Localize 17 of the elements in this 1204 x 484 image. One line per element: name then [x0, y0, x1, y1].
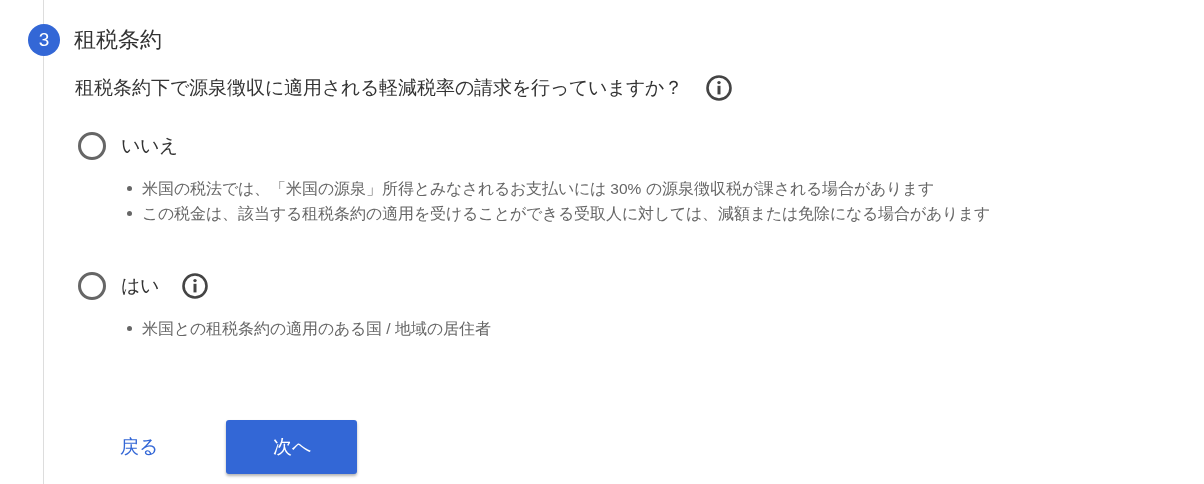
- bullet-icon: [127, 326, 132, 331]
- next-button[interactable]: 次へ: [226, 420, 357, 474]
- option-label[interactable]: いいえ: [121, 133, 178, 159]
- note-text: この税金は、該当する租税条約の適用を受けることができる受取人に対しては、減額または免除になる場合があります: [142, 204, 990, 224]
- back-button[interactable]: 戻る: [110, 428, 168, 466]
- note-text: 米国との租税条約の適用のある国 / 地域の居住者: [142, 319, 491, 339]
- step-number-badge: 3: [28, 24, 60, 56]
- bullet-icon: [127, 211, 132, 216]
- radio-button[interactable]: [78, 272, 106, 300]
- question-text: 租税条約下で源泉徴収に適用される軽減税率の請求を行っていますか？: [75, 76, 683, 100]
- bullet-icon: [127, 186, 132, 191]
- info-icon[interactable]: [181, 272, 209, 300]
- info-icon[interactable]: [705, 74, 733, 102]
- note-text: 米国の税法では、「米国の源泉」所得とみなされるお支払いには 30% の源泉徴収税が課される場合があります: [142, 179, 934, 199]
- radio-button[interactable]: [78, 132, 106, 160]
- option-label[interactable]: はい: [121, 273, 159, 299]
- step-title: 租税条約: [74, 26, 162, 54]
